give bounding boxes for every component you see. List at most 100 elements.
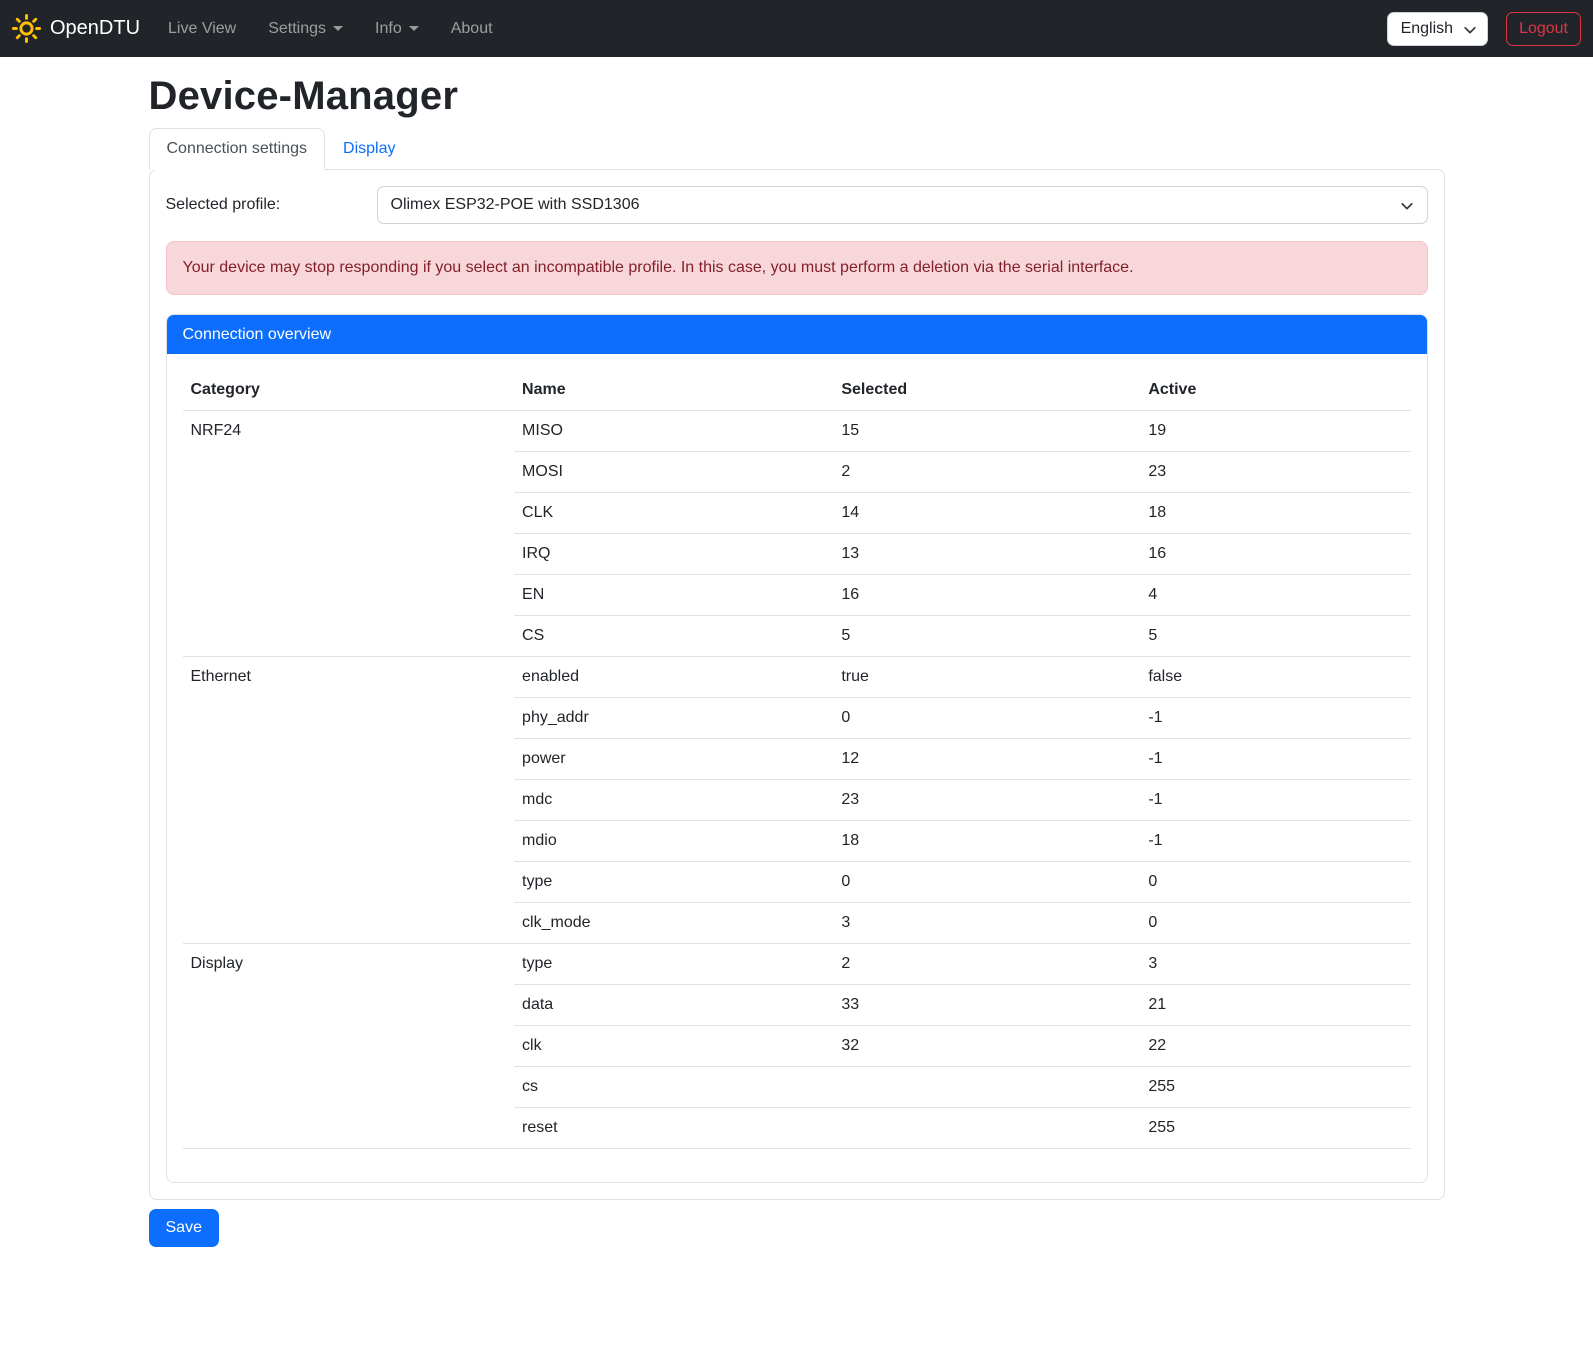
active-cell: 3 [1140, 944, 1410, 985]
selected-cell: true [833, 657, 1140, 698]
selected-cell: 3 [833, 903, 1140, 944]
logout-button[interactable]: Logout [1506, 12, 1581, 46]
brand-label: OpenDTU [50, 17, 140, 40]
nav-item-label: Info [375, 20, 402, 38]
selected-cell: 16 [833, 575, 1140, 616]
incompatible-profile-warning: Your device may stop responding if you s… [166, 241, 1428, 295]
col-active: Active [1140, 370, 1410, 411]
tab-content-card: Selected profile: Olimex ESP32-POE with … [149, 169, 1445, 1200]
selected-cell: 33 [833, 985, 1140, 1026]
selected-cell: 15 [833, 411, 1140, 452]
language-select-value: English [1401, 20, 1453, 38]
profile-select-value: Olimex ESP32-POE with SSD1306 [391, 196, 640, 214]
nav-item-settings[interactable]: Settings [260, 12, 351, 46]
nav-item-label: Settings [268, 20, 326, 38]
navbar-right: English Logout [1387, 12, 1581, 46]
nav-item-info[interactable]: Info [367, 12, 427, 46]
table-row: NRF24MISO1519 [183, 411, 1411, 452]
connection-table: Category Name Selected Active NRF24MISO1… [183, 370, 1411, 1149]
language-select[interactable]: English [1387, 12, 1488, 46]
active-cell: 0 [1140, 903, 1410, 944]
name-cell: MOSI [514, 452, 833, 493]
active-cell: 19 [1140, 411, 1410, 452]
brand-link[interactable]: OpenDTU [12, 14, 140, 43]
selected-cell: 12 [833, 739, 1140, 780]
category-cell: Ethernet [183, 657, 515, 944]
selected-cell: 2 [833, 944, 1140, 985]
active-cell: 23 [1140, 452, 1410, 493]
tab-display[interactable]: Display [325, 128, 413, 170]
chevron-down-icon [1400, 199, 1414, 218]
active-cell: 4 [1140, 575, 1410, 616]
name-cell: IRQ [514, 534, 833, 575]
active-cell: false [1140, 657, 1410, 698]
name-cell: mdio [514, 821, 833, 862]
table-header-row: Category Name Selected Active [183, 370, 1411, 411]
connection-overview-body: Category Name Selected Active NRF24MISO1… [167, 354, 1427, 1182]
name-cell: reset [514, 1108, 833, 1149]
active-cell: -1 [1140, 698, 1410, 739]
selected-cell: 14 [833, 493, 1140, 534]
category-cell: NRF24 [183, 411, 515, 657]
name-cell: clk_mode [514, 903, 833, 944]
active-cell: -1 [1140, 821, 1410, 862]
table-body: NRF24MISO1519MOSI223CLK1418IRQ1316EN164C… [183, 411, 1411, 1149]
active-cell: -1 [1140, 739, 1410, 780]
nav-item-live-view[interactable]: Live View [160, 12, 244, 46]
profile-row: Selected profile: Olimex ESP32-POE with … [166, 186, 1428, 224]
name-cell: MISO [514, 411, 833, 452]
profile-select[interactable]: Olimex ESP32-POE with SSD1306 [377, 186, 1428, 224]
name-cell: data [514, 985, 833, 1026]
selected-cell [833, 1067, 1140, 1108]
selected-cell: 13 [833, 534, 1140, 575]
connection-overview-card: Connection overview Category Name Select… [166, 314, 1428, 1183]
active-cell: 0 [1140, 862, 1410, 903]
selected-cell: 32 [833, 1026, 1140, 1067]
active-cell: -1 [1140, 780, 1410, 821]
active-cell: 18 [1140, 493, 1410, 534]
selected-cell: 0 [833, 698, 1140, 739]
name-cell: type [514, 944, 833, 985]
name-cell: clk [514, 1026, 833, 1067]
category-cell: Display [183, 944, 515, 1149]
col-name: Name [514, 370, 833, 411]
name-cell: CS [514, 616, 833, 657]
chevron-down-icon [409, 26, 419, 31]
nav-links: Live View Settings Info About [160, 12, 517, 46]
name-cell: mdc [514, 780, 833, 821]
active-cell: 16 [1140, 534, 1410, 575]
name-cell: power [514, 739, 833, 780]
selected-cell [833, 1108, 1140, 1149]
active-cell: 255 [1140, 1108, 1410, 1149]
active-cell: 5 [1140, 616, 1410, 657]
connection-overview-header: Connection overview [167, 315, 1427, 354]
name-cell: phy_addr [514, 698, 833, 739]
sun-icon [12, 14, 41, 43]
name-cell: cs [514, 1067, 833, 1108]
tab-bar: Connection settings Display [149, 128, 1445, 170]
nav-item-label: Live View [168, 20, 236, 38]
nav-item-about[interactable]: About [443, 12, 501, 46]
active-cell: 255 [1140, 1067, 1410, 1108]
table-row: Displaytype23 [183, 944, 1411, 985]
name-cell: type [514, 862, 833, 903]
col-selected: Selected [833, 370, 1140, 411]
selected-cell: 23 [833, 780, 1140, 821]
table-row: Ethernetenabledtruefalse [183, 657, 1411, 698]
col-category: Category [183, 370, 515, 411]
tab-connection-settings[interactable]: Connection settings [149, 128, 326, 170]
name-cell: enabled [514, 657, 833, 698]
main-container: Device-Manager Connection settings Displ… [137, 74, 1457, 1247]
active-cell: 21 [1140, 985, 1410, 1026]
name-cell: EN [514, 575, 833, 616]
selected-cell: 0 [833, 862, 1140, 903]
navbar: OpenDTU Live View Settings Info About En… [0, 0, 1593, 57]
save-button[interactable]: Save [149, 1209, 219, 1247]
nav-item-label: About [451, 20, 493, 38]
profile-label: Selected profile: [166, 196, 377, 214]
selected-cell: 5 [833, 616, 1140, 657]
chevron-down-icon [1463, 23, 1477, 42]
chevron-down-icon [333, 26, 343, 31]
active-cell: 22 [1140, 1026, 1410, 1067]
selected-cell: 18 [833, 821, 1140, 862]
